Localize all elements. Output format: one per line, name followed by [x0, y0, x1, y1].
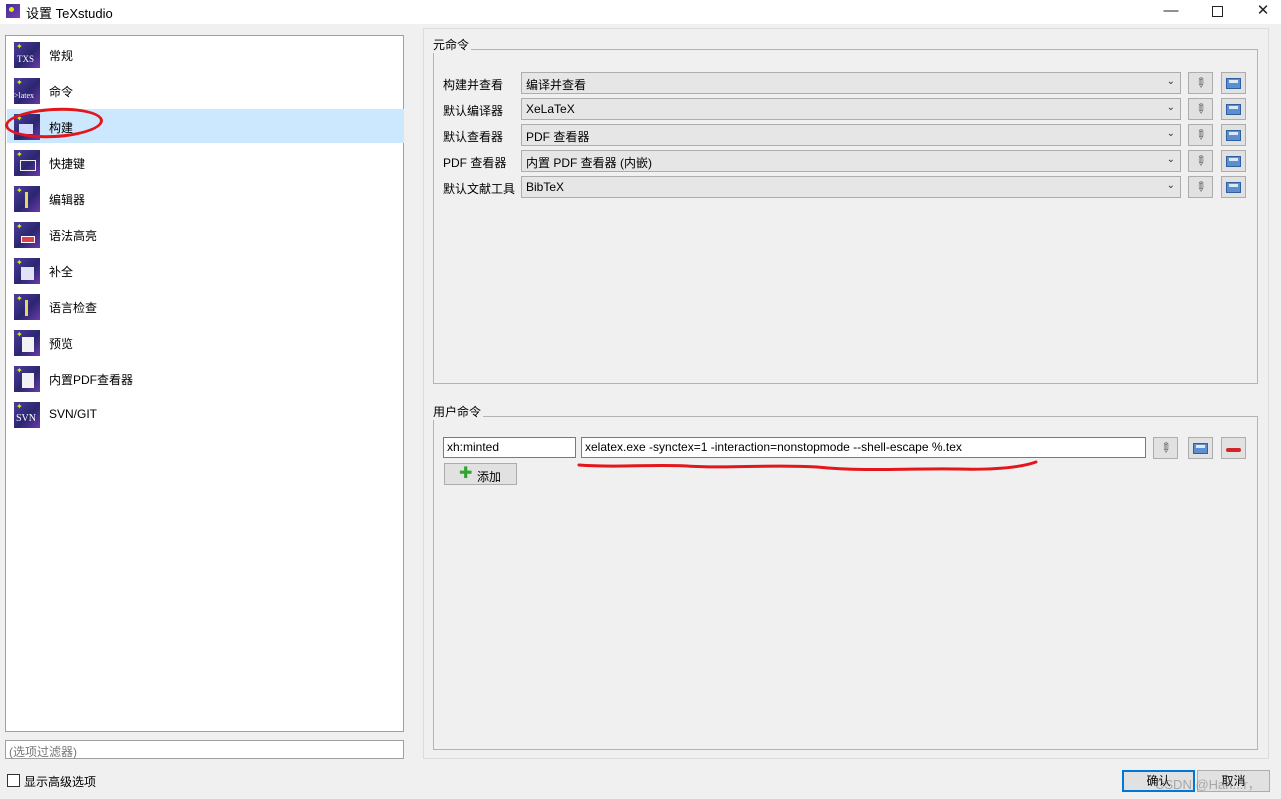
save-icon: [1193, 443, 1208, 454]
user-commands-title: 用户命令: [431, 403, 484, 420]
window-title: 设置 TeXstudio: [26, 6, 113, 21]
combo-value: XeLaTeX: [526, 102, 575, 116]
title-bar: 设置 TeXstudio — ✕: [0, 0, 1281, 24]
category-list[interactable]: ✦ TXS 常规 ✦ >latex 命令 ✦ 构建 ✦ 快捷键 ✦ 编辑器 ✦ 语法…: [5, 35, 404, 732]
chevron-down-icon: ⌄: [1166, 102, 1175, 113]
remove-user-command-button[interactable]: [1221, 437, 1246, 459]
meta-commands-title: 元命令: [431, 36, 472, 53]
wrench-icon: ✎: [1191, 177, 1211, 196]
category-label: 内置PDF查看器: [49, 373, 134, 387]
category-label: 补全: [49, 265, 74, 279]
row-label-default-compiler: 默认编译器: [443, 104, 504, 118]
combo-value: 内置 PDF 查看器 (内嵌): [526, 156, 652, 170]
wrench-icon: ✎: [1191, 99, 1211, 118]
category-item-shortcuts[interactable]: ✦ 快捷键: [7, 145, 404, 179]
row-label-pdf-viewer: PDF 查看器: [443, 156, 507, 170]
completion-icon: ✦: [14, 258, 40, 284]
maximize-icon: [1211, 6, 1223, 17]
category-label: 语言检查: [49, 301, 98, 315]
user-command-name-input[interactable]: xh:minted: [443, 437, 576, 458]
wrench-icon: ✎: [1191, 73, 1211, 92]
watermark: CSDN @Han...r，: [1155, 777, 1261, 792]
category-label: 快捷键: [49, 157, 86, 171]
plus-icon: ✚: [459, 465, 473, 482]
configure-bibliography-tool-button[interactable]: ✎: [1188, 176, 1213, 198]
combo-value: 编译并查看: [526, 78, 587, 92]
close-button[interactable]: ✕: [1240, 0, 1281, 24]
syntax-highlight-icon: ✦: [14, 222, 40, 248]
row-label-build-and-view: 构建并查看: [443, 78, 504, 92]
add-user-command-button[interactable]: ✚ 添加: [444, 463, 517, 485]
save-icon: [1226, 156, 1241, 167]
save-bibliography-tool-button[interactable]: [1221, 176, 1246, 198]
combo-value: PDF 查看器: [526, 130, 590, 144]
maximize-button[interactable]: [1194, 0, 1240, 24]
add-label: 添加: [477, 470, 502, 484]
preview-icon: ✦: [14, 330, 40, 356]
default-compiler-combo[interactable]: XeLaTeX ⌄: [521, 98, 1181, 120]
category-item-preview[interactable]: ✦ 预览: [7, 325, 404, 359]
row-label-bibliography-tool: 默认文献工具: [443, 182, 516, 196]
configure-build-and-view-button[interactable]: ✎: [1188, 72, 1213, 94]
build-and-view-combo[interactable]: 编译并查看 ⌄: [521, 72, 1181, 94]
category-item-pdf-viewer[interactable]: ✦ 内置PDF查看器: [7, 361, 404, 395]
category-item-svn-git[interactable]: ✦ SVN SVN/GIT: [7, 397, 404, 431]
save-icon: [1226, 182, 1241, 193]
editor-cursor-icon: ✦: [14, 186, 40, 212]
category-item-syntax-highlight[interactable]: ✦ 语法高亮: [7, 217, 404, 251]
save-icon: [1226, 130, 1241, 141]
chevron-down-icon: ⌄: [1166, 128, 1175, 139]
category-label: 预览: [49, 337, 74, 351]
configure-default-viewer-button[interactable]: ✎: [1188, 124, 1213, 146]
chevron-down-icon: ⌄: [1166, 76, 1175, 87]
pdf-viewer-combo[interactable]: 内置 PDF 查看器 (内嵌) ⌄: [521, 150, 1181, 172]
advanced-options-checkbox[interactable]: [7, 774, 20, 787]
category-item-general[interactable]: ✦ TXS 常规: [7, 37, 404, 71]
pdf-viewer-icon: ✦: [14, 366, 40, 392]
bibliography-tool-combo[interactable]: BibTeX ⌄: [521, 176, 1181, 198]
wrench-icon: ✎: [1191, 151, 1211, 170]
configure-user-command-button[interactable]: ✎: [1153, 437, 1178, 459]
category-label: 命令: [49, 85, 74, 99]
wrench-icon: ✎: [1156, 438, 1176, 457]
configure-pdf-viewer-button[interactable]: ✎: [1188, 150, 1213, 172]
category-label: 常规: [49, 49, 74, 63]
save-build-and-view-button[interactable]: [1221, 72, 1246, 94]
option-filter-input[interactable]: (选项过滤器): [5, 740, 404, 759]
language-check-icon: ✦: [14, 294, 40, 320]
save-icon: [1226, 104, 1241, 115]
red-annotation-underline: [577, 460, 1038, 472]
category-label: 语法高亮: [49, 229, 98, 243]
advanced-options-label: 显示高级选项: [24, 775, 97, 789]
save-user-command-button[interactable]: [1188, 437, 1213, 459]
txs-icon: ✦ TXS: [14, 42, 40, 68]
user-command-input[interactable]: xelatex.exe -synctex=1 -interaction=nons…: [581, 437, 1146, 458]
latex-command-icon: ✦ >latex: [14, 78, 40, 104]
save-default-compiler-button[interactable]: [1221, 98, 1246, 120]
category-label: 编辑器: [49, 193, 86, 207]
row-label-default-viewer: 默认查看器: [443, 130, 504, 144]
category-item-editor[interactable]: ✦ 编辑器: [7, 181, 404, 215]
svn-icon: ✦ SVN: [14, 402, 40, 428]
chevron-down-icon: ⌄: [1166, 180, 1175, 191]
chevron-down-icon: ⌄: [1166, 154, 1175, 165]
keyboard-icon: ✦: [14, 150, 40, 176]
combo-value: BibTeX: [526, 180, 565, 194]
default-viewer-combo[interactable]: PDF 查看器 ⌄: [521, 124, 1181, 146]
category-item-completion[interactable]: ✦ 补全: [7, 253, 404, 287]
save-pdf-viewer-button[interactable]: [1221, 150, 1246, 172]
save-default-viewer-button[interactable]: [1221, 124, 1246, 146]
minimize-button[interactable]: —: [1148, 0, 1194, 24]
configure-default-compiler-button[interactable]: ✎: [1188, 98, 1213, 120]
save-icon: [1226, 78, 1241, 89]
category-item-commands[interactable]: ✦ >latex 命令: [7, 73, 404, 107]
category-item-language-check[interactable]: ✦ 语言检查: [7, 289, 404, 323]
texstudio-app-icon: [6, 4, 20, 18]
category-label: SVN/GIT: [49, 407, 98, 421]
remove-icon: [1226, 448, 1241, 452]
wrench-icon: ✎: [1191, 125, 1211, 144]
